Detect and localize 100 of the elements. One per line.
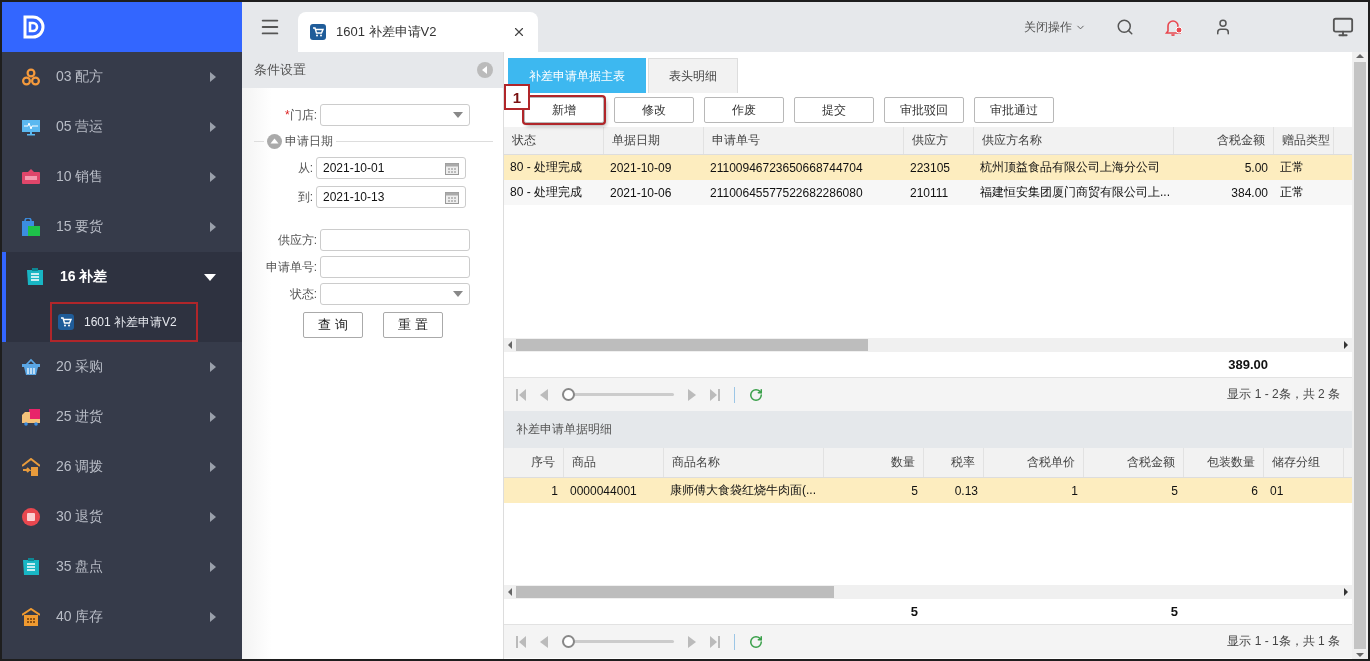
truck-icon — [22, 408, 40, 426]
horizontal-scrollbar[interactable] — [504, 585, 1352, 599]
clipboard-icon — [22, 558, 40, 576]
column-header: 单据日期 — [604, 127, 704, 154]
table-cell-text: 康师傅大食袋红烧牛肉面(... — [669, 482, 817, 499]
column-header: 含税金额 — [1174, 127, 1274, 154]
column-header: 含税金额 — [1084, 448, 1184, 477]
table-row[interactable]: 1 0000044001 康师傅大食袋红烧牛肉面(... 5 0.13 1 5 6 01 — [504, 478, 1352, 503]
field-label: 到: — [297, 189, 313, 204]
reset-button[interactable]: 重 置 — [383, 312, 443, 338]
next-page-icon[interactable] — [688, 388, 696, 401]
table-row[interactable]: 80 - 处理完成 2021-10-06 21100645577522682286080 210111 福建恒安集团厦门商贸有限公司上... 384.00 正常 — [504, 180, 1352, 205]
table-cell-text: 21100645577522682286080 — [709, 184, 864, 202]
vertical-scrollbar[interactable] — [1352, 52, 1368, 659]
table-cell-text: 福建恒安集团厦门商贸有限公司上... — [979, 184, 1171, 201]
collapse-icon[interactable] — [477, 62, 493, 78]
toolbar-button[interactable]: 修改 — [614, 97, 694, 123]
input-field[interactable] — [320, 229, 470, 251]
column-header: 税率 — [924, 448, 984, 477]
required-mark: * — [285, 107, 290, 122]
table-cell-text: 5.00 — [1243, 159, 1269, 177]
last-page-icon[interactable] — [710, 388, 720, 401]
collapse-up-icon[interactable] — [267, 133, 282, 149]
column-header: 储存分组 — [1264, 448, 1344, 477]
slider-thumb[interactable] — [562, 635, 575, 648]
search-icon[interactable] — [1116, 18, 1134, 36]
sidebar-item[interactable]: 35 盘点 — [2, 542, 242, 592]
next-page-icon[interactable] — [688, 635, 696, 648]
sidebar-item[interactable]: 10 销售 — [2, 152, 242, 202]
refresh-icon[interactable] — [749, 387, 763, 402]
date-field[interactable]: 2021-10-01 — [316, 157, 466, 179]
query-button[interactable]: 查 询 — [303, 312, 363, 338]
first-page-icon[interactable] — [516, 635, 526, 648]
bag-icon — [22, 218, 40, 236]
sidebar-subitem[interactable]: 1601 补差申请V2 — [50, 302, 198, 342]
table-cell-text: 0000044001 — [569, 482, 638, 500]
field-label: 门店: — [289, 107, 317, 122]
previous-page-icon[interactable] — [540, 635, 548, 648]
field-label: 申请单号: — [265, 259, 317, 274]
toolbar-button[interactable]: 新增 — [524, 97, 604, 123]
sidebar-item[interactable]: 26 调拨 — [2, 442, 242, 492]
sidebar-item[interactable]: 05 营运 — [2, 102, 242, 152]
table-row[interactable]: 80 - 处理完成 2021-10-09 21100946723650668744704 223105 杭州顶益食品有限公司上海分公司 5.00 正常 — [504, 155, 1352, 180]
table-cell-text: 正常 — [1279, 159, 1305, 176]
field-label: 从: — [297, 160, 313, 175]
table-cell-text: 210111 — [909, 184, 950, 202]
monitor-icon[interactable] — [1332, 16, 1354, 38]
toolbar-button[interactable]: 作废 — [704, 97, 784, 123]
status-select[interactable] — [320, 283, 470, 305]
toolbar-button[interactable]: 审批通过 — [974, 97, 1054, 123]
column-header: 含税单价 — [984, 448, 1084, 477]
close-icon[interactable] — [512, 25, 526, 39]
return-icon — [22, 508, 40, 526]
page-tab[interactable]: 1601 补差申请V2 — [298, 12, 538, 52]
sidebar-item[interactable]: 25 进货 — [2, 392, 242, 442]
field-label: 供应方: — [277, 232, 317, 247]
sidebar-item[interactable]: 15 要货 — [2, 202, 242, 252]
table-cell-text: 6 — [1250, 482, 1259, 500]
calendar-icon[interactable] — [445, 190, 459, 204]
warehouse-icon — [22, 608, 40, 626]
cart-icon — [310, 24, 326, 40]
first-page-icon[interactable] — [516, 388, 526, 401]
close-operations-menu[interactable]: 关闭操作 — [1024, 18, 1086, 36]
monitor-icon — [22, 118, 40, 136]
column-header: 序号 — [504, 448, 564, 477]
sidebar-item[interactable]: 03 配方 — [2, 52, 242, 102]
dropdown-arrow-icon[interactable] — [453, 291, 463, 297]
date-field[interactable]: 2021-10-13 — [316, 186, 466, 208]
dropdown-arrow-icon[interactable] — [453, 112, 463, 118]
horizontal-scrollbar[interactable] — [504, 338, 1352, 352]
column-header: 供应方 — [904, 127, 974, 154]
store-select[interactable] — [320, 104, 470, 126]
sidebar-item[interactable]: 16 补差 — [6, 252, 242, 302]
table-cell-text: 0.13 — [953, 482, 979, 500]
column-header: 状态 — [504, 127, 604, 154]
column-total: 389.00 — [1228, 357, 1268, 372]
input-field[interactable] — [320, 256, 470, 278]
logo-icon — [22, 14, 46, 40]
bell-icon[interactable] — [1164, 17, 1184, 37]
refresh-icon[interactable] — [749, 634, 763, 649]
page-summary: 显示 1 - 2条，共 2 条 — [1227, 386, 1340, 403]
sidebar-item[interactable]: 30 退货 — [2, 492, 242, 542]
user-icon[interactable] — [1214, 18, 1232, 36]
basket-icon — [22, 358, 40, 376]
page-slider[interactable] — [562, 635, 674, 648]
table-cell-text: 01 — [1269, 482, 1285, 500]
section-title: 补差申请单据明细 — [504, 411, 1352, 448]
slider-thumb[interactable] — [562, 388, 575, 401]
sidebar-item[interactable]: 40 库存 — [2, 592, 242, 642]
toolbar-button[interactable]: 审批驳回 — [884, 97, 964, 123]
column-header: 供应方名称 — [974, 127, 1174, 154]
tab[interactable]: 表头明细 — [648, 58, 738, 93]
page-slider[interactable] — [562, 388, 674, 401]
toolbar-button[interactable]: 提交 — [794, 97, 874, 123]
clipboard-icon — [26, 268, 44, 286]
group-legend: 申请日期 — [285, 132, 333, 150]
calendar-icon[interactable] — [445, 161, 459, 175]
previous-page-icon[interactable] — [540, 388, 548, 401]
sidebar-item[interactable]: 20 采购 — [2, 342, 242, 392]
last-page-icon[interactable] — [710, 635, 720, 648]
